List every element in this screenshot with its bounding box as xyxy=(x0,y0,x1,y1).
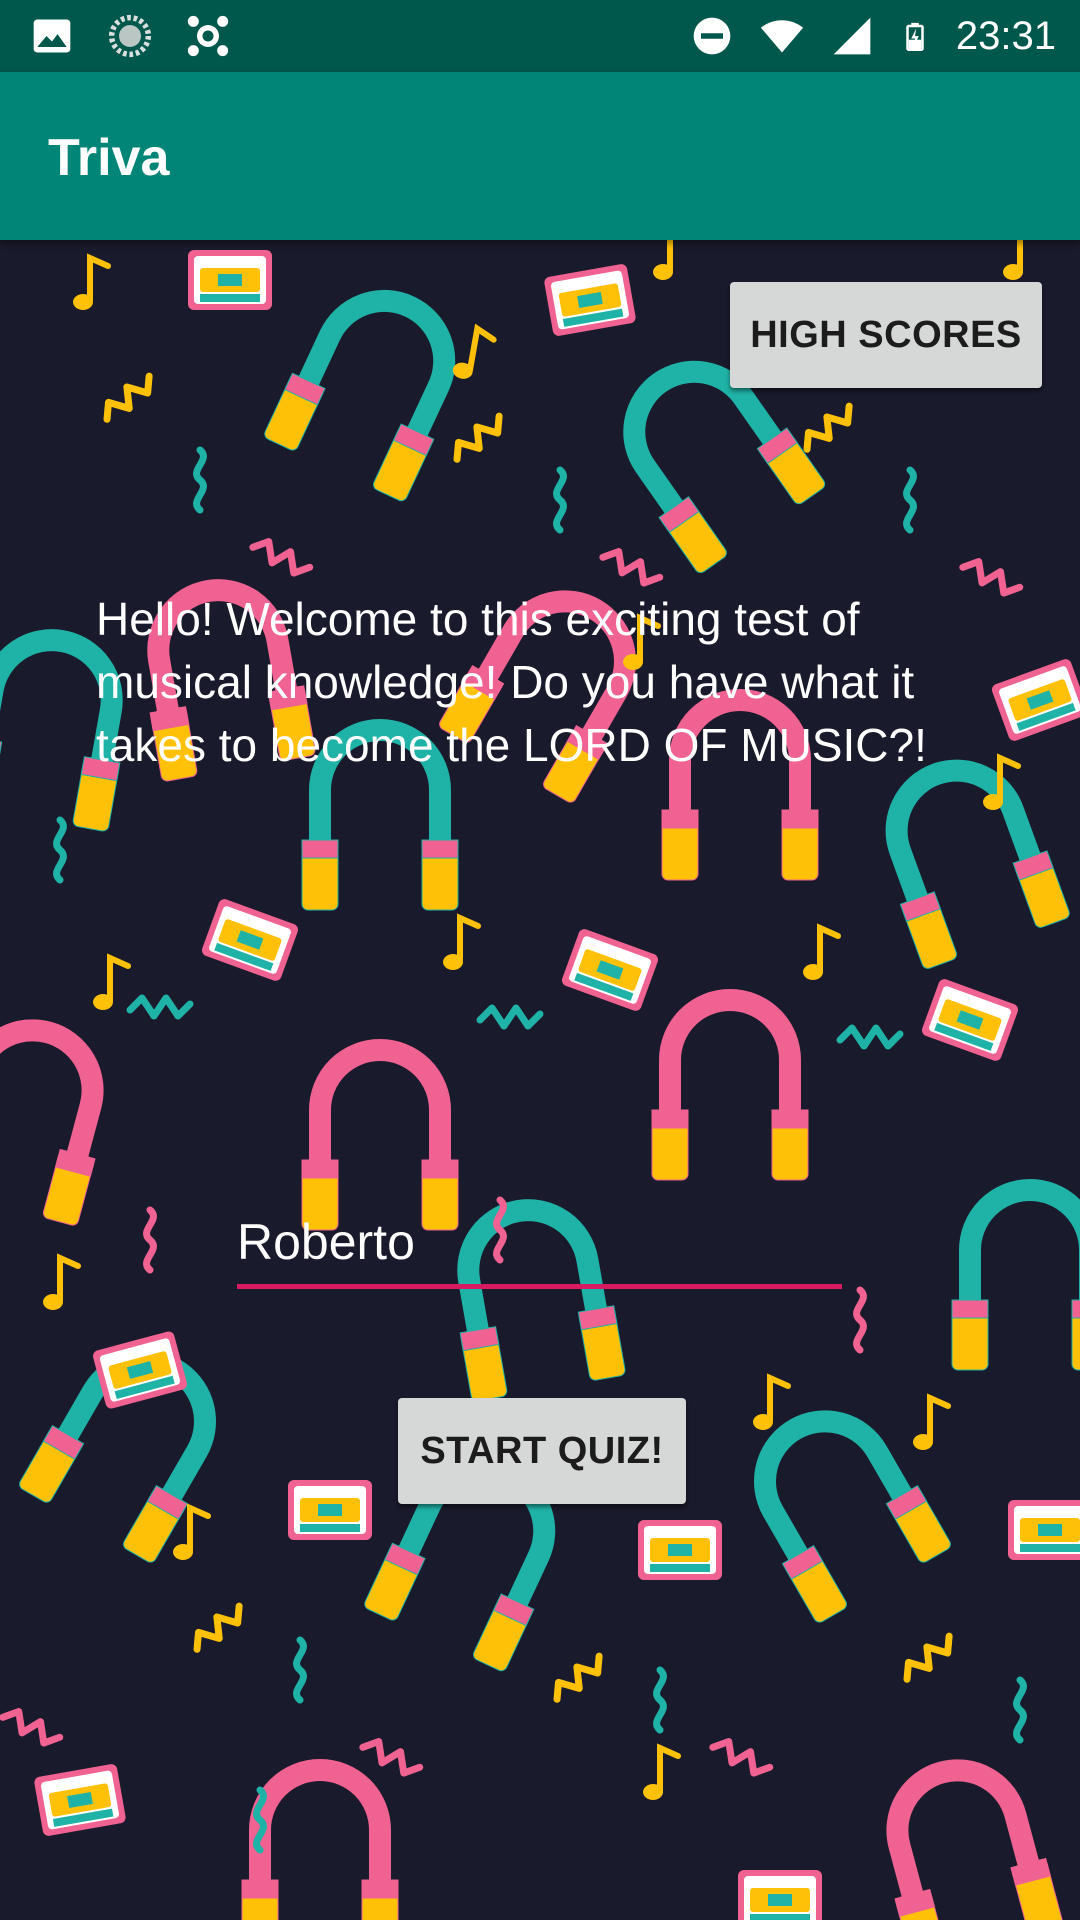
image-icon xyxy=(33,19,71,53)
loading-circle-icon xyxy=(108,14,152,58)
status-bar: 23:31 xyxy=(0,0,1080,72)
status-right-icons: 23:31 xyxy=(690,10,1056,62)
main-content: HIGH SCORES Hello! Welcome to this excit… xyxy=(0,240,1080,1920)
do-not-disturb-icon xyxy=(693,17,731,55)
start-quiz-button[interactable]: START QUIZ! xyxy=(398,1398,686,1504)
app-notification-icon xyxy=(187,15,229,57)
app-bar: Triva xyxy=(0,72,1080,240)
app-title: Triva xyxy=(48,129,170,187)
music-pattern-background xyxy=(0,240,1080,1920)
name-field[interactable] xyxy=(237,1200,842,1289)
high-scores-button[interactable]: HIGH SCORES xyxy=(730,282,1042,388)
screen: 23:31 Triva HIGH SCORES Hello! Welcome t… xyxy=(0,0,1080,1920)
welcome-message: Hello! Welcome to this exciting test of … xyxy=(96,593,927,771)
cell-signal-icon xyxy=(833,17,871,55)
name-input[interactable] xyxy=(237,1200,842,1284)
wifi-icon xyxy=(760,20,803,53)
battery-charging-icon xyxy=(906,22,924,51)
status-left-icons xyxy=(30,14,230,58)
status-time: 23:31 xyxy=(955,14,1056,58)
